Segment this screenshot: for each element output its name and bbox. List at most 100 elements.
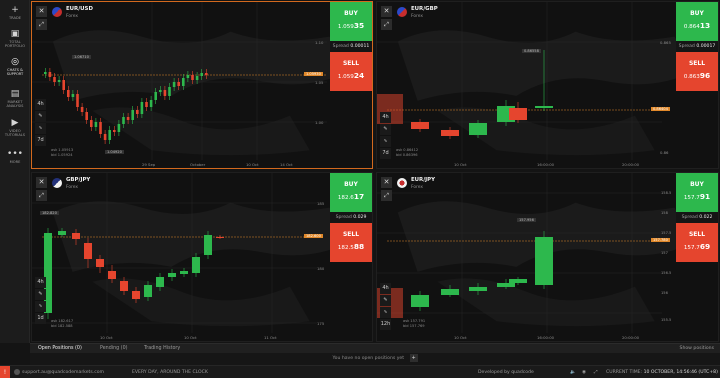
indicator-icon[interactable]: ∿ xyxy=(380,307,391,318)
candle-body xyxy=(509,108,527,120)
x-tick: 20:00:00 xyxy=(622,162,640,167)
timeframe-button[interactable]: 4h xyxy=(380,283,391,294)
support-icon[interactable]: ◉ xyxy=(582,366,586,378)
pencil-icon[interactable]: ✎ xyxy=(380,124,391,135)
expand-chart-button[interactable]: ⤢ xyxy=(36,19,47,30)
x-tick: 16:00:00 xyxy=(537,162,555,167)
indicator-icon[interactable]: ∿ xyxy=(380,136,391,147)
asset-pair-name[interactable]: EUR/USD xyxy=(66,6,93,12)
candle-body xyxy=(535,106,553,108)
sell-price-main: 157.7 xyxy=(683,245,700,251)
expand-chart-button[interactable]: ⤢ xyxy=(381,190,392,201)
eur-usd-flag-icon xyxy=(52,7,62,17)
add-position-button[interactable]: + xyxy=(409,353,418,362)
ask-bid-readout: ask 157.791 bid 157.769 xyxy=(403,319,425,329)
chart-area xyxy=(32,173,317,333)
sell-price-pips: 69 xyxy=(699,242,711,251)
close-chart-button[interactable]: ✕ xyxy=(36,6,47,17)
candle-body xyxy=(72,233,80,239)
sell-button[interactable]: SELL 0.86396 xyxy=(676,52,718,91)
buy-button[interactable]: BUY 0.86413 xyxy=(676,2,718,41)
eur-jpy-flag-icon xyxy=(397,178,407,188)
close-chart-button[interactable]: ✕ xyxy=(36,177,47,188)
candle-body xyxy=(497,283,515,287)
sell-price: 0.86396 xyxy=(676,71,718,80)
expand-chart-button[interactable]: ⤢ xyxy=(381,19,392,30)
sidebar-item-more[interactable]: ••• MORE xyxy=(0,148,30,164)
spread-info: Spread 0.00011 xyxy=(330,41,372,52)
indicator-icon[interactable]: ∿ xyxy=(35,123,46,134)
sidebar-item-chats[interactable]: ◎ CHATS & SUPPORT xyxy=(0,56,30,77)
close-chart-button[interactable]: ✕ xyxy=(381,6,392,17)
sell-price-main: 0.863 xyxy=(683,74,700,80)
support-link[interactable]: support.au@quadcodemarkets.com xyxy=(14,366,104,378)
sidebar-item-analysis[interactable]: ▤ MARKET ANALYSIS xyxy=(0,88,30,109)
sell-button[interactable]: SELL 157.769 xyxy=(676,223,718,262)
timeframe-button[interactable]: 4h xyxy=(380,112,391,123)
sidebar-item-trade[interactable]: + TRADE xyxy=(0,4,30,20)
sell-price-pips: 96 xyxy=(699,71,711,80)
pencil-icon[interactable]: ✎ xyxy=(380,295,391,306)
y-tick: 158 xyxy=(661,211,668,215)
candle-body xyxy=(509,279,527,283)
sell-button[interactable]: SELL 182.588 xyxy=(330,223,372,262)
candle-body xyxy=(205,73,208,75)
fullscreen-icon[interactable]: ⤢ xyxy=(594,366,598,378)
chart-toolbar: 4h ✎ ∿ 7d xyxy=(35,99,46,147)
candle-body xyxy=(441,130,459,136)
y-tick: 185 xyxy=(317,201,325,206)
chart-panel-gbpjpy[interactable]: ✕ ⤢ GBP/JPY Forex 4h ✎ ∿ 1d ask 182.617 … xyxy=(31,172,373,342)
buy-button[interactable]: BUY 182.617 xyxy=(330,173,372,212)
y-tick: 1.05 xyxy=(315,80,324,85)
x-tick: October xyxy=(190,162,206,167)
sell-button[interactable]: SELL 1.05924 xyxy=(330,52,372,91)
indicator-icon[interactable]: ∿ xyxy=(35,301,46,312)
gbp-jpy-flag-icon xyxy=(52,178,62,188)
close-chart-button[interactable]: ✕ xyxy=(381,177,392,188)
y-tick: 0.86 xyxy=(660,150,669,155)
period-button[interactable]: 7d xyxy=(35,135,46,146)
sidebar-item-video[interactable]: ▶ VIDEO TUTORIALS xyxy=(0,117,30,138)
candle-body xyxy=(108,271,116,279)
high-price-label: 1.06710 xyxy=(72,55,91,59)
asset-pair-name[interactable]: EUR/JPY xyxy=(411,177,435,183)
candle-body xyxy=(154,92,157,100)
period-button[interactable]: 1d xyxy=(35,313,46,324)
buy-price-pips: 17 xyxy=(353,192,365,201)
chart-panel-eurjpy[interactable]: ✕ ⤢ EUR/JPY Forex 4h ✎ ∿ 12h ask 157.791… xyxy=(376,172,719,342)
expand-chart-button[interactable]: ⤢ xyxy=(36,190,47,201)
chart-panel-eurusd[interactable]: ✕ ⤢ EUR/USD Forex 4h ✎ ∿ 7d ask 1.05913 … xyxy=(31,1,373,169)
period-button[interactable]: 7d xyxy=(380,148,391,159)
chart-area xyxy=(377,2,662,160)
buy-button[interactable]: BUY 1.05935 xyxy=(330,2,372,41)
candle-body xyxy=(145,102,148,107)
spread-label: Spread xyxy=(678,44,695,49)
bid-value: bid 182.588 xyxy=(51,324,73,328)
warning-icon[interactable]: ! xyxy=(0,366,10,378)
ask-bid-readout: ask 1.05913 bid 1.05924 xyxy=(51,148,73,158)
period-button[interactable]: 12h xyxy=(380,319,391,330)
mail-icon xyxy=(14,368,20,375)
candle-body xyxy=(90,120,93,127)
pencil-icon[interactable]: ✎ xyxy=(35,289,46,300)
sidebar-item-label: VIDEO TUTORIALS xyxy=(4,129,26,138)
timeframe-button[interactable]: 4h xyxy=(35,99,46,110)
asset-pair-name[interactable]: GBP/JPY xyxy=(66,177,90,183)
candle-body xyxy=(126,117,130,120)
candle-body xyxy=(122,117,125,124)
candle-body xyxy=(117,124,121,132)
sound-icon[interactable]: 🔈 xyxy=(570,366,576,378)
chart-panel-eurgbp[interactable]: ✕ ⤢ EUR/GBP Forex 4h ✎ ∿ 7d ask 0.86412 … xyxy=(376,1,719,169)
buy-button[interactable]: BUY 157.791 xyxy=(676,173,718,212)
candle-body xyxy=(191,75,194,80)
sidebar-item-portfolio[interactable]: ▣ TOTAL PORTFOLIO xyxy=(0,28,30,49)
asset-pair-name[interactable]: EUR/GBP xyxy=(411,6,438,12)
buy-label: BUY xyxy=(690,10,704,17)
x-tick: 10 Oct xyxy=(454,335,467,340)
bid-value: bid 1.05924 xyxy=(51,153,73,157)
sell-price-pips: 24 xyxy=(353,71,365,80)
chart-area xyxy=(377,173,662,333)
candle-body xyxy=(131,110,134,120)
pencil-icon[interactable]: ✎ xyxy=(35,111,46,122)
timeframe-button[interactable]: 4h xyxy=(35,277,46,288)
